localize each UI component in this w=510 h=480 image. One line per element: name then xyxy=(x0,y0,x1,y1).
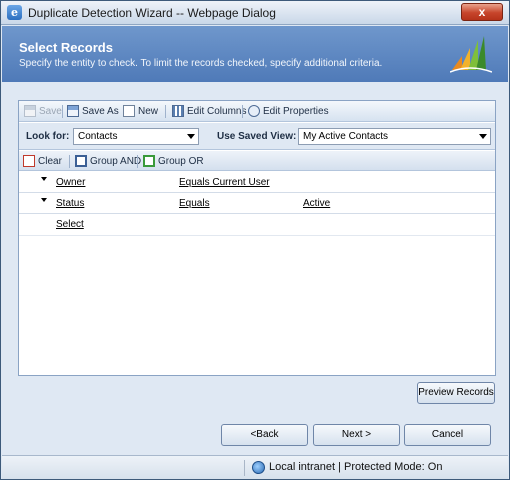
zone-status-text: Local intranet | Protected Mode: On xyxy=(269,461,443,473)
look-for-value: Contacts xyxy=(78,131,118,142)
back-button[interactable]: <Back xyxy=(221,424,308,446)
preview-records-button[interactable]: Preview Records xyxy=(417,382,495,404)
saved-view-select[interactable]: My Active Contacts xyxy=(298,128,491,145)
edit-properties-label: Edit Properties xyxy=(263,105,329,117)
save-button[interactable]: Save xyxy=(24,105,62,117)
edit-columns-button[interactable]: Edit Columns xyxy=(172,105,246,117)
status-divider xyxy=(244,460,245,476)
toolbar-divider xyxy=(62,105,63,118)
intranet-globe-icon xyxy=(252,461,265,474)
toolbar-divider xyxy=(137,155,138,168)
select-field-link[interactable]: Select xyxy=(56,219,84,230)
group-or-label: Group OR xyxy=(158,155,204,167)
criteria-value[interactable]: Active xyxy=(303,198,330,209)
criteria-field[interactable]: Owner xyxy=(56,177,85,188)
ie-page-icon: e xyxy=(7,5,22,20)
query-toolbar: Save Save As New Edit Columns Edit Prope… xyxy=(19,101,495,122)
row-menu-arrow-icon[interactable] xyxy=(41,177,47,181)
toolbar-divider xyxy=(242,105,243,118)
new-document-icon xyxy=(123,105,135,117)
group-or-button[interactable]: Group OR xyxy=(143,155,204,167)
dynamics-logo-icon xyxy=(450,36,492,73)
wizard-header: Select Records Specify the entity to che… xyxy=(2,26,508,82)
properties-icon xyxy=(248,105,260,117)
group-or-icon xyxy=(143,155,155,167)
window-title: Duplicate Detection Wizard -- Webpage Di… xyxy=(28,6,276,20)
save-as-label: Save As xyxy=(82,105,119,117)
group-and-button[interactable]: Group AND xyxy=(75,155,141,167)
criteria-actions-bar: Clear Group AND Group OR xyxy=(19,151,495,171)
criteria-operator[interactable]: Equals Current User xyxy=(179,177,270,188)
columns-icon xyxy=(172,105,184,117)
dialog-window: e Duplicate Detection Wizard -- Webpage … xyxy=(0,0,510,480)
save-label: Save xyxy=(39,105,62,117)
criteria-panel: Save Save As New Edit Columns Edit Prope… xyxy=(18,100,496,376)
criteria-field[interactable]: Status xyxy=(56,198,84,209)
save-disk-icon xyxy=(24,105,36,117)
wizard-content: Save Save As New Edit Columns Edit Prope… xyxy=(2,82,508,455)
look-for-row: Look for: Contacts Use Saved View: My Ac… xyxy=(19,123,495,150)
new-label: New xyxy=(138,105,159,117)
criteria-select-row: Select xyxy=(19,214,495,236)
criteria-operator[interactable]: Equals xyxy=(179,198,210,209)
new-button[interactable]: New xyxy=(123,105,158,117)
clear-button[interactable]: Clear xyxy=(23,155,62,167)
criteria-row: Owner Equals Current User xyxy=(19,172,495,193)
cancel-button[interactable]: Cancel xyxy=(404,424,491,446)
toolbar-divider xyxy=(69,155,70,168)
save-as-disk-icon xyxy=(67,105,79,117)
criteria-list: Owner Equals Current User Status Equals … xyxy=(19,172,495,236)
close-button[interactable]: x xyxy=(461,3,503,21)
edit-columns-label: Edit Columns xyxy=(187,105,247,117)
edit-properties-button[interactable]: Edit Properties xyxy=(248,105,329,117)
next-button[interactable]: Next > xyxy=(313,424,400,446)
title-bar: e Duplicate Detection Wizard -- Webpage … xyxy=(1,1,509,25)
look-for-select[interactable]: Contacts xyxy=(73,128,199,145)
dropdown-arrow-icon xyxy=(479,134,487,139)
criteria-row: Status Equals Active xyxy=(19,193,495,214)
page-subtitle: Specify the entity to check. To limit th… xyxy=(19,58,383,69)
page-title: Select Records xyxy=(19,40,113,55)
group-and-label: Group AND xyxy=(90,155,142,167)
clear-label: Clear xyxy=(38,155,62,167)
look-for-label: Look for: xyxy=(26,131,70,142)
dropdown-arrow-icon xyxy=(187,134,195,139)
group-and-icon xyxy=(75,155,87,167)
row-menu-arrow-icon[interactable] xyxy=(41,198,47,202)
clear-icon xyxy=(23,155,35,167)
toolbar-divider xyxy=(165,105,166,118)
saved-view-value: My Active Contacts xyxy=(303,131,389,142)
saved-view-label: Use Saved View: xyxy=(217,131,297,142)
save-as-button[interactable]: Save As xyxy=(67,105,119,117)
status-bar: Local intranet | Protected Mode: On xyxy=(2,455,508,479)
